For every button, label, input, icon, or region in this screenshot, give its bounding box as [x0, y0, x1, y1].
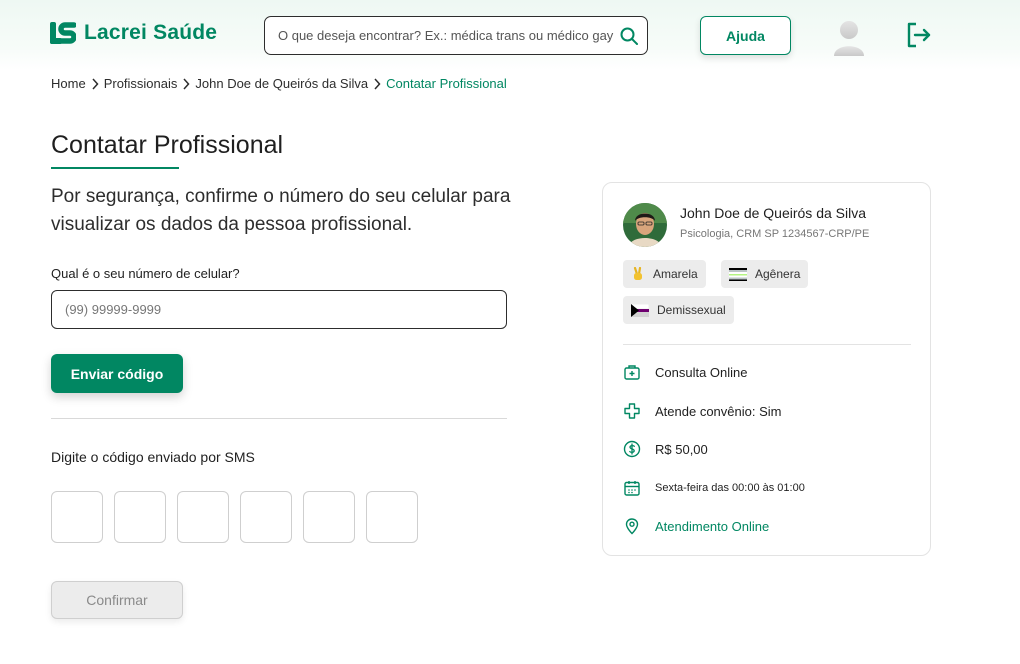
code-digit-input[interactable]: [240, 491, 292, 543]
logout-icon[interactable]: [905, 21, 933, 54]
phone-input[interactable]: [51, 290, 507, 329]
tag-label: Amarela: [653, 267, 698, 281]
code-digit-input[interactable]: [51, 491, 103, 543]
info-price: R$ 50,00: [623, 440, 708, 458]
search-bar: [264, 16, 648, 55]
intro-text: Por segurança, confirme o número do seu …: [51, 186, 511, 235]
lacrei-logo-icon: [50, 22, 76, 44]
tag-label: Agênera: [755, 267, 801, 281]
send-code-button[interactable]: Enviar código: [51, 354, 183, 393]
logo-text: Lacrei Saúde: [84, 21, 218, 44]
help-button[interactable]: Ajuda: [700, 16, 791, 55]
code-digit-input[interactable]: [114, 491, 166, 543]
code-digit-input[interactable]: [177, 491, 229, 543]
title-underline: [51, 167, 179, 169]
chevron-right-icon: [182, 77, 190, 90]
agender-flag-icon: [729, 267, 747, 281]
peace-hand-icon: [633, 267, 642, 280]
breadcrumb: Home Profissionais John Doe de Queirós d…: [51, 76, 507, 91]
code-digit-input[interactable]: [366, 491, 418, 543]
info-convenio: Atende convênio: Sim: [623, 402, 781, 420]
divider: [51, 418, 507, 419]
professional-specialty: Psicologia, CRM SP 1234567-CRP/PE: [680, 228, 870, 240]
search-input[interactable]: [278, 28, 614, 43]
professional-name: John Doe de Queirós da Silva: [680, 205, 866, 221]
online-consultation-icon: [623, 363, 641, 381]
card-divider: [623, 344, 911, 345]
logo[interactable]: Lacrei Saúde: [50, 21, 217, 45]
professional-card: John Doe de Queirós da Silva Psicologia,…: [602, 182, 931, 556]
demisexual-flag-icon: [631, 303, 649, 317]
info-text: Atendimento Online: [655, 518, 770, 534]
breadcrumb-profissionais[interactable]: Profissionais: [104, 76, 178, 91]
info-schedule: Sexta-feira das 00:00 às 01:00: [623, 479, 805, 497]
confirm-button[interactable]: Confirmar: [51, 581, 183, 619]
tag-agenera: Agênera: [721, 260, 809, 288]
location-pin-icon: [623, 517, 641, 535]
sms-code-inputs: [51, 491, 418, 543]
user-avatar[interactable]: [829, 16, 869, 56]
header: Lacrei Saúde Ajuda: [0, 0, 1020, 70]
breadcrumb-professional[interactable]: John Doe de Queirós da Silva: [195, 76, 368, 91]
info-consulta-online: Consulta Online: [623, 363, 748, 381]
chevron-right-icon: [91, 77, 99, 90]
page-title: Contatar Profissional: [51, 131, 284, 159]
dollar-icon: [623, 440, 641, 458]
breadcrumb-home[interactable]: Home: [51, 76, 86, 91]
tag-demissexual: Demissexual: [623, 296, 734, 324]
sms-code-label: Digite o código enviado por SMS: [51, 449, 255, 465]
breadcrumb-current: Contatar Profissional: [386, 76, 507, 91]
info-location: Atendimento Online: [623, 517, 769, 535]
tag-amarela: Amarela: [623, 260, 706, 288]
info-text: Consulta Online: [655, 364, 748, 380]
info-text: Sexta-feira das 00:00 às 01:00: [655, 482, 805, 494]
health-cross-icon: [623, 402, 641, 420]
phone-label: Qual é o seu número de celular?: [51, 266, 240, 281]
professional-avatar: [623, 203, 667, 247]
info-text: Atende convênio: Sim: [655, 403, 782, 419]
code-digit-input[interactable]: [303, 491, 355, 543]
chevron-right-icon: [373, 77, 381, 90]
tag-label: Demissexual: [657, 303, 726, 317]
info-text: R$ 50,00: [655, 441, 708, 457]
calendar-icon: [623, 479, 641, 497]
search-icon[interactable]: [619, 26, 639, 51]
